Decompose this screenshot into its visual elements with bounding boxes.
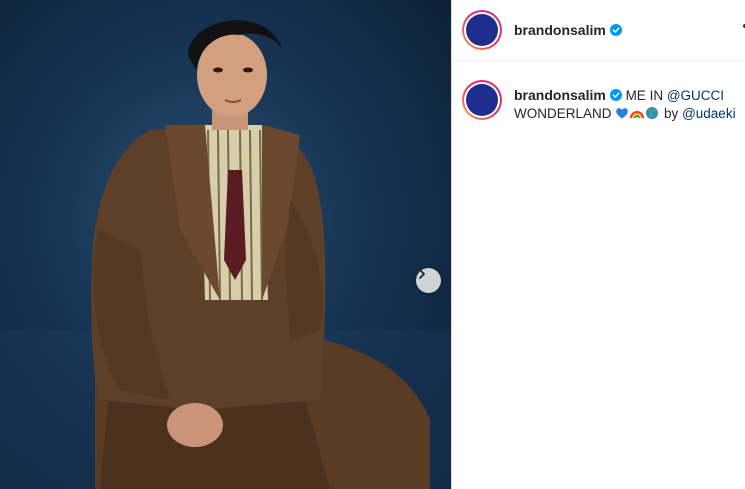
avatar-image — [466, 14, 498, 46]
chevron-right-icon — [419, 269, 425, 279]
next-photo-button[interactable] — [416, 268, 441, 293]
rainbow-emoji-icon — [630, 111, 645, 119]
caption-text: brandonsalim ME IN @GUCCI WONDERLAND by … — [514, 86, 745, 123]
photo-illustration — [0, 20, 451, 489]
caption-username[interactable]: brandonsalim — [514, 87, 606, 103]
header-avatar[interactable] — [462, 10, 502, 50]
caption-by: by — [664, 106, 679, 121]
post-header: brandonsalim • — [452, 0, 745, 61]
avatar-image — [466, 84, 498, 116]
caption-avatar[interactable] — [462, 80, 502, 120]
earth-globe-emoji-icon — [646, 107, 659, 119]
verified-badge-icon — [609, 89, 622, 101]
panel-divider — [451, 0, 452, 489]
post-photo[interactable] — [0, 0, 451, 489]
blue-heart-emoji-icon — [616, 108, 629, 119]
mention-gucci[interactable]: @GUCCI — [667, 88, 724, 103]
mention-udaeki[interactable]: @udaeki — [682, 106, 736, 121]
header-username[interactable]: brandonsalim — [514, 22, 606, 38]
caption-prefix: ME IN — [625, 88, 664, 103]
verified-badge-icon — [609, 24, 622, 36]
caption-line2: WONDERLAND — [514, 106, 612, 121]
